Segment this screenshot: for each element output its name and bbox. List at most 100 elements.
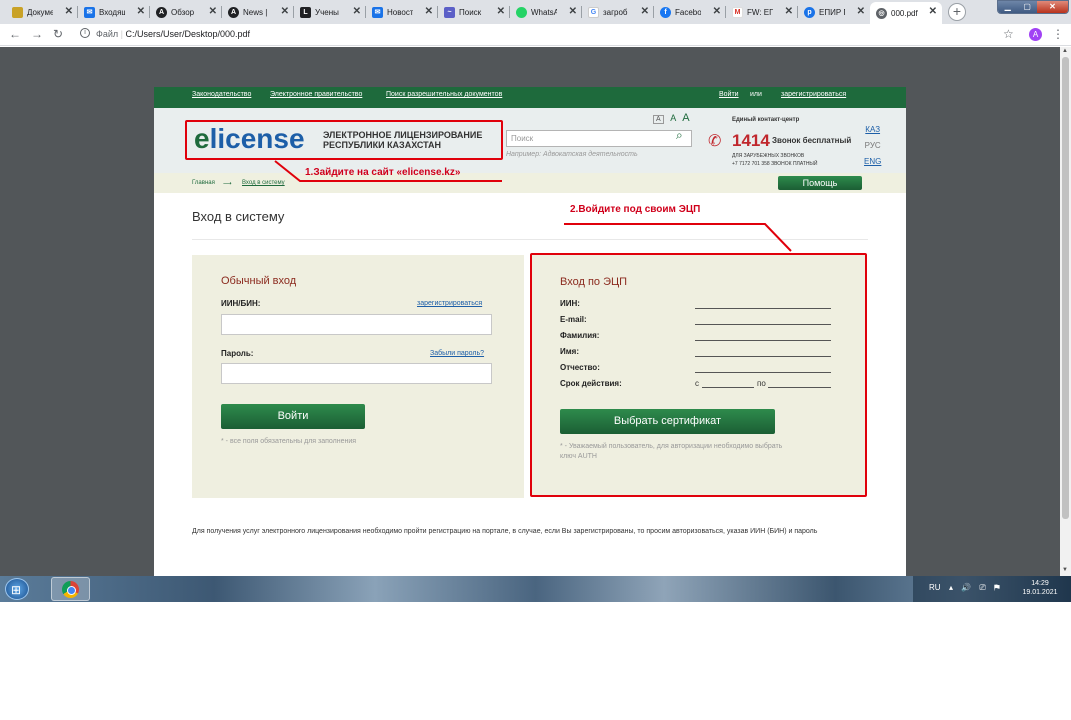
vertical-scrollbar[interactable]: ▲ ▼ xyxy=(1060,47,1071,576)
minimize-button[interactable]: ▁ xyxy=(998,1,1018,13)
site-icon: L xyxy=(300,6,311,18)
breadcrumb-arrow: ⟶ xyxy=(223,181,232,187)
iin-input[interactable] xyxy=(221,314,492,335)
browser-tab[interactable]: WhatsA ✕ xyxy=(510,2,582,22)
profile-avatar[interactable]: A xyxy=(1029,28,1042,41)
page-title: Вход в систему xyxy=(192,209,285,224)
close-tab-icon[interactable]: ✕ xyxy=(281,6,289,17)
tab-title: 000.pdf xyxy=(891,8,918,18)
font-size-small[interactable]: A xyxy=(653,115,664,124)
browser-tab[interactable]: ✉ Новост ✕ xyxy=(366,2,438,22)
select-certificate-button[interactable]: Выбрать сертификат xyxy=(560,409,775,434)
reload-icon[interactable]: ↻ xyxy=(53,27,63,41)
url-field[interactable]: Файл | C:/Users/User/Desktop/000.pdf xyxy=(96,29,250,39)
close-tab-icon[interactable]: ✕ xyxy=(713,6,721,17)
search-input[interactable]: Поиск xyxy=(506,130,692,147)
tab-title: Докуме xyxy=(27,7,53,17)
scroll-thumb[interactable] xyxy=(1062,57,1069,519)
font-size-medium[interactable]: A xyxy=(670,113,676,123)
maximize-button[interactable]: ▢ xyxy=(1017,1,1037,13)
clock-time: 14:29 xyxy=(1031,580,1049,587)
scroll-up-icon[interactable]: ▲ xyxy=(1062,48,1068,54)
browser-tab[interactable]: A Обзор ✕ xyxy=(150,2,222,22)
browser-tab[interactable]: M FW: ЕП ✕ xyxy=(726,2,798,22)
annotation-step1: 1.Зайдите на сайт «elicense.kz» xyxy=(305,167,461,178)
chrome-icon xyxy=(62,581,79,598)
site-icon: A xyxy=(228,6,239,18)
annotation-step2: 2.Войдите под своим ЭЦП xyxy=(570,204,701,215)
eds-name-value xyxy=(695,356,831,357)
tab-title: FW: ЕП xyxy=(747,7,773,17)
language-indicator[interactable]: RU xyxy=(929,583,941,592)
browser-tab[interactable]: L Учены ✕ xyxy=(294,2,366,22)
document-icon xyxy=(12,6,23,18)
validity-to-line xyxy=(768,387,831,388)
breadcrumb: Главная ⟶ Вход в систему Помощь xyxy=(154,173,906,193)
close-tab-icon[interactable]: ✕ xyxy=(569,6,577,17)
more-menu-icon[interactable]: ⋮ xyxy=(1052,27,1064,41)
contact-center: Единый контакт-центр xyxy=(732,117,842,123)
close-tab-icon[interactable]: ✕ xyxy=(497,6,505,17)
start-button[interactable]: ⊞ xyxy=(5,578,29,600)
browser-tab[interactable]: f Facebo ✕ xyxy=(654,2,726,22)
annotation-logo-frame xyxy=(185,120,503,160)
close-tab-icon[interactable]: ✕ xyxy=(65,6,73,17)
login-button[interactable]: Войти xyxy=(221,404,365,429)
google-icon: G xyxy=(588,6,599,18)
lang-kaz[interactable]: КАЗ xyxy=(864,122,881,138)
close-tab-icon[interactable]: ✕ xyxy=(785,6,793,17)
clock[interactable]: 14:29 19.01.2021 xyxy=(1019,579,1061,597)
eds-iin-label: ИИН: xyxy=(560,299,580,308)
nav-link-permits-search[interactable]: Поиск разрешительных документов xyxy=(386,91,502,98)
browser-tab[interactable]: p ЕПИР П ✕ xyxy=(798,2,870,22)
forgot-password-link[interactable]: Забыли пароль? xyxy=(430,350,484,357)
info-icon[interactable]: i xyxy=(80,28,90,38)
browser-tab[interactable]: ✉ Входящ ✕ xyxy=(78,2,150,22)
browser-tab[interactable]: G загроб ✕ xyxy=(582,2,654,22)
password-input[interactable] xyxy=(221,363,492,384)
pdf-page: Законодательство Электронное правительст… xyxy=(154,87,906,576)
browser-tab[interactable]: Докуме ✕ xyxy=(6,2,78,22)
taskbar: ⊞ RU ▴ 🔊 ⎚ ⚑ 14:29 19.01.2021 xyxy=(0,576,1071,602)
lang-rus[interactable]: РУС xyxy=(864,138,881,154)
register-link[interactable]: зарегистрироваться xyxy=(417,300,482,307)
close-tab-icon[interactable]: ✕ xyxy=(857,6,865,17)
nav-link-egov[interactable]: Электронное правительство xyxy=(270,91,362,98)
close-tab-icon[interactable]: ✕ xyxy=(353,6,361,17)
iin-label: ИИН/БИН: xyxy=(221,299,261,308)
close-tab-icon[interactable]: ✕ xyxy=(137,6,145,17)
register-link[interactable]: зарегистрироваться xyxy=(781,91,846,98)
clock-date: 19.01.2021 xyxy=(1022,589,1058,596)
close-tab-icon[interactable]: ✕ xyxy=(929,6,937,17)
intl-calls: ДЛЯ ЗАРУБЕЖНЫХ ЗВОНКОВ +7 7172 701 358 З… xyxy=(732,153,818,167)
search-icon[interactable]: ⌕ xyxy=(676,128,683,143)
breadcrumb-current[interactable]: Вход в систему xyxy=(242,180,285,186)
breadcrumb-home[interactable]: Главная xyxy=(192,180,215,186)
close-tab-icon[interactable]: ✕ xyxy=(425,6,433,17)
tray-icons[interactable]: ▴ 🔊 ⎚ ⚑ xyxy=(949,583,1003,593)
tab-title: Входящ xyxy=(99,7,125,17)
eds-patronymic-label: Отчество: xyxy=(560,363,600,372)
taskbar-chrome-button[interactable] xyxy=(51,577,90,601)
scroll-down-icon[interactable]: ▼ xyxy=(1062,567,1068,573)
mail-icon: ✉ xyxy=(84,6,95,18)
lang-eng[interactable]: ENG xyxy=(864,154,881,170)
login-link[interactable]: Войти xyxy=(719,91,739,98)
close-window-button[interactable]: ✕ xyxy=(1036,1,1068,13)
browser-tab[interactable]: ~ Поиск ✕ xyxy=(438,2,510,22)
nav-link-legislation[interactable]: Законодательство xyxy=(192,91,251,98)
browser-tab[interactable]: A News | ✕ xyxy=(222,2,294,22)
back-icon[interactable]: ← xyxy=(9,27,21,41)
bookmark-star-icon[interactable]: ☆ xyxy=(1003,27,1014,41)
close-tab-icon[interactable]: ✕ xyxy=(641,6,649,17)
site-icon: p xyxy=(804,6,815,18)
tab-title: News | xyxy=(243,7,268,17)
new-tab-button[interactable]: + xyxy=(948,3,966,21)
close-tab-icon[interactable]: ✕ xyxy=(209,6,217,17)
search-icon: ~ xyxy=(444,6,455,18)
forward-icon[interactable]: → xyxy=(31,27,43,41)
windows-logo-icon: ⊞ xyxy=(11,583,22,597)
help-button[interactable]: Помощь xyxy=(778,176,862,190)
font-size-large[interactable]: A xyxy=(682,112,689,124)
browser-tab-active[interactable]: ◎ 000.pdf ✕ xyxy=(870,2,942,24)
